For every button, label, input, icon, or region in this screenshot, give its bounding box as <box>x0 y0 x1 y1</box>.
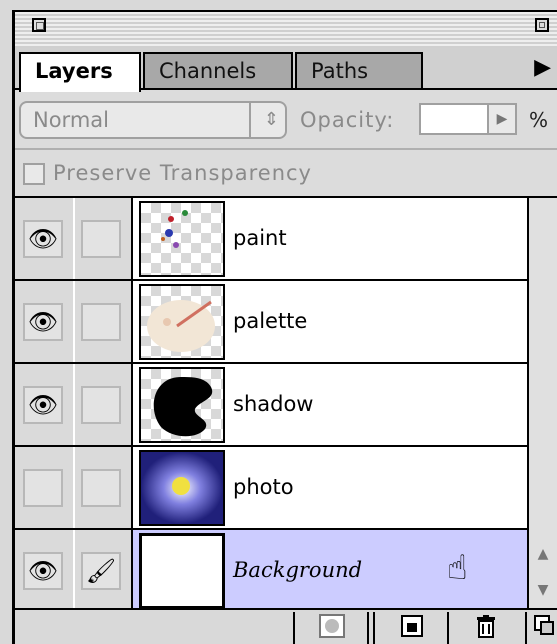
toolbar-divider <box>447 612 449 644</box>
layer-name[interactable]: photo <box>233 447 294 528</box>
controls-row: Normal ⇕ Opacity: ▶ % <box>15 90 557 150</box>
layer-mask-icon[interactable] <box>315 614 349 644</box>
empty-link-box[interactable] <box>81 220 121 258</box>
link-cell[interactable] <box>75 364 133 445</box>
updown-arrows-icon: ⇕ <box>263 109 279 130</box>
preserve-row: Preserve Transparency <box>15 150 557 198</box>
vertical-scrollbar[interactable]: ▲ ▼ <box>527 198 557 608</box>
link-cell[interactable] <box>75 198 133 279</box>
layer-row[interactable]: 👁 paint <box>15 198 527 281</box>
visibility-cell[interactable]: 👁 <box>15 198 75 279</box>
visibility-cell[interactable] <box>15 447 75 528</box>
opacity-label: Opacity: <box>300 108 395 132</box>
layer-thumbnail <box>139 201 225 277</box>
bottom-toolbar <box>15 608 557 644</box>
visibility-cell[interactable]: 👁 <box>15 281 75 362</box>
layer-name[interactable]: paint <box>233 198 287 279</box>
preserve-transparency-checkbox[interactable] <box>23 163 45 185</box>
shadow-thumbnail-art <box>153 377 213 437</box>
empty-link-box[interactable] <box>81 469 121 507</box>
layer-row[interactable]: photo <box>15 447 527 530</box>
blend-mode-select[interactable]: Normal ⇕ <box>19 101 287 139</box>
layers-palette: Layers Channels Paths ▶ Normal ⇕ Opacity… <box>0 0 557 644</box>
hand-cursor-icon: ☝ <box>447 548 468 588</box>
eye-icon[interactable]: 👁 <box>25 222 61 256</box>
link-cell[interactable] <box>75 281 133 362</box>
tab-paths[interactable]: Paths <box>295 52 423 88</box>
toolbar-divider <box>367 612 369 644</box>
layer-name[interactable]: shadow <box>233 364 313 445</box>
link-cell[interactable]: 🖌 <box>75 530 133 611</box>
eye-icon[interactable]: 👁 <box>25 305 61 339</box>
tab-channels[interactable]: Channels <box>143 52 293 88</box>
link-cell[interactable] <box>75 447 133 528</box>
tab-layers[interactable]: Layers <box>19 52 141 92</box>
layer-thumbnail <box>139 284 225 360</box>
layer-row[interactable]: 👁 palette <box>15 281 527 364</box>
tab-bar: Layers Channels Paths ▶ <box>15 48 557 92</box>
layer-thumbnail <box>139 533 225 609</box>
photo-thumbnail-art <box>141 452 223 524</box>
scroll-up-arrow[interactable]: ▲ <box>531 542 555 566</box>
layer-row-selected[interactable]: 👁 🖌 Background ☝ <box>15 530 527 611</box>
visibility-cell[interactable]: 👁 <box>15 364 75 445</box>
panel-menu-arrow-icon[interactable]: ▶ <box>534 54 551 82</box>
zoom-box[interactable] <box>535 18 549 32</box>
layer-name[interactable]: palette <box>233 281 307 362</box>
close-box[interactable] <box>32 18 46 32</box>
opacity-slider-arrow[interactable]: ▶ <box>487 103 517 135</box>
tab-paths-label: Paths <box>311 59 369 83</box>
layer-thumbnail <box>139 450 225 526</box>
palette-thumbnail-art <box>147 300 215 352</box>
resize-box-icon[interactable] <box>531 614 557 644</box>
eye-icon[interactable]: 👁 <box>25 388 61 422</box>
eye-icon[interactable]: 👁 <box>25 554 61 588</box>
tab-channels-label: Channels <box>159 59 257 83</box>
empty-link-box[interactable] <box>81 303 121 341</box>
layer-list: 👁 paint 👁 palette 👁 shadow photo 👁 🖌 Bac… <box>15 198 527 611</box>
toolbar-divider <box>525 612 527 644</box>
empty-link-box[interactable] <box>81 386 121 424</box>
percent-sign: % <box>529 108 549 132</box>
trash-icon[interactable] <box>469 614 503 644</box>
layer-row[interactable]: 👁 shadow <box>15 364 527 447</box>
preserve-transparency-label: Preserve Transparency <box>53 161 312 185</box>
empty-eye-box[interactable] <box>23 469 63 507</box>
new-layer-icon[interactable] <box>395 614 429 644</box>
layer-thumbnail <box>139 367 225 443</box>
paint-thumbnail-art <box>161 210 188 248</box>
opacity-input[interactable] <box>419 103 489 135</box>
blend-mode-value: Normal <box>33 108 109 132</box>
toolbar-divider <box>373 612 375 644</box>
palette-title-bar[interactable] <box>12 10 557 48</box>
select-divider <box>249 103 251 137</box>
visibility-cell[interactable]: 👁 <box>15 530 75 611</box>
toolbar-divider <box>293 612 295 644</box>
scroll-down-arrow[interactable]: ▼ <box>531 578 555 602</box>
layer-name[interactable]: Background <box>233 530 362 611</box>
tab-layers-label: Layers <box>35 59 113 83</box>
brush-icon[interactable]: 🖌 <box>81 552 121 590</box>
